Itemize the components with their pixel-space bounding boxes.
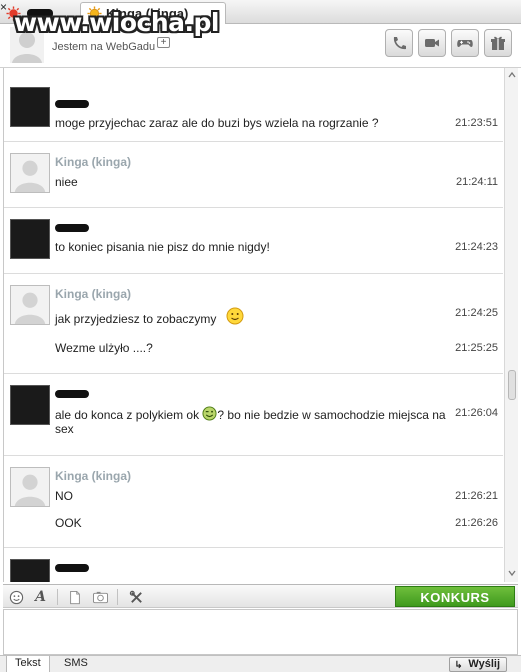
tab-sms[interactable]: SMS bbox=[56, 656, 96, 672]
message-text-wrap: sex bbox=[55, 422, 74, 436]
kinga-avatar bbox=[10, 285, 50, 325]
kinga-avatar bbox=[10, 467, 50, 507]
contact-status-text: Jestem na WebGadu bbox=[52, 41, 156, 53]
sender-avatar bbox=[10, 559, 50, 582]
message-text-block: ale do konca z polykiem ok ? bo nie bedz… bbox=[55, 406, 455, 436]
message-time: 21:24:23 bbox=[455, 241, 498, 253]
tab-text[interactable]: Tekst bbox=[6, 656, 50, 672]
message-text: jak przyjedziesz to zobaczymy bbox=[55, 312, 217, 326]
contact-avatar bbox=[10, 27, 44, 63]
emoticon-button[interactable] bbox=[7, 588, 26, 606]
call-button[interactable] bbox=[385, 29, 413, 57]
message-time: 21:23:51 bbox=[455, 117, 498, 129]
message-text: to koniec pisania nie pisz do mnie nigdy… bbox=[55, 240, 270, 254]
message-time: 21:24:11 bbox=[455, 176, 498, 188]
chat-log: moge przyjechac zaraz ale do buzi bys wz… bbox=[3, 68, 503, 582]
status-sun-yellow-icon bbox=[87, 6, 102, 21]
tab-bar: Kinga (kinga) × bbox=[0, 0, 521, 24]
message-input[interactable] bbox=[3, 609, 518, 655]
sender-name: Kinga (kinga) bbox=[55, 155, 132, 169]
games-button[interactable] bbox=[451, 29, 479, 57]
tools-button[interactable] bbox=[127, 588, 146, 606]
message-time: 21:26:21 bbox=[455, 490, 498, 502]
sender-avatar bbox=[10, 219, 50, 259]
redacted-sender-name bbox=[55, 564, 89, 572]
message-text: NO bbox=[55, 489, 73, 503]
scroll-up-arrow-icon[interactable] bbox=[507, 70, 517, 80]
video-call-button[interactable] bbox=[418, 29, 446, 57]
status-add-icon[interactable]: + bbox=[157, 37, 170, 48]
message-block: Kinga (kinga) niee 21:24:11 bbox=[4, 142, 503, 208]
tab-kinga[interactable]: Kinga (kinga) bbox=[80, 2, 226, 24]
kinga-avatar bbox=[10, 153, 50, 193]
sender-name: Kinga (kinga) bbox=[55, 287, 132, 301]
tools-icon bbox=[129, 590, 142, 603]
font-button[interactable]: A bbox=[31, 588, 50, 606]
chat-scrollbar[interactable] bbox=[504, 68, 518, 582]
photo-icon bbox=[93, 591, 108, 603]
message-block: Kinga (kinga) jak przyjedziesz to zobacz… bbox=[4, 274, 503, 374]
message-text: niee bbox=[55, 175, 78, 189]
konkurs-promo-button[interactable]: KONKURS bbox=[395, 586, 515, 607]
message-time: 21:26:04 bbox=[455, 407, 498, 419]
header-actions bbox=[385, 29, 512, 57]
redacted-tab-label bbox=[27, 8, 53, 18]
message-block: to koniec pisania nie pisz do mnie nigdy… bbox=[4, 208, 503, 274]
gamepad-icon bbox=[457, 40, 473, 47]
contact-header: Jestem na WebGadu + bbox=[0, 24, 521, 68]
message-time: 21:24:25 bbox=[455, 307, 498, 319]
redacted-sender-name bbox=[55, 224, 89, 232]
wink-emoticon-icon bbox=[202, 406, 217, 421]
toolbar-separator bbox=[57, 589, 58, 605]
message-time: 21:25:25 bbox=[455, 342, 498, 354]
sender-avatar bbox=[10, 87, 50, 127]
message-block: Kinga (kinga) NO 21:26:21 OOK 21:26:26 bbox=[4, 456, 503, 548]
smile-emoticon-icon bbox=[226, 307, 244, 325]
send-photo-button[interactable] bbox=[91, 588, 110, 606]
bottom-bar: Tekst SMS ↳ Wyślij bbox=[0, 655, 521, 672]
message-block bbox=[4, 548, 503, 582]
message-line: jak przyjedziesz to zobaczymy bbox=[55, 307, 455, 326]
message-text: OOK bbox=[55, 516, 82, 530]
emoticon-icon bbox=[9, 590, 24, 604]
message-text-continued: ? bo nie bedzie w samochodzie miejsca na bbox=[217, 408, 446, 422]
status-sun-red-icon bbox=[6, 5, 21, 21]
message-text: ale do konca z polykiem ok bbox=[55, 408, 200, 422]
file-icon bbox=[69, 590, 80, 604]
sender-avatar bbox=[10, 385, 50, 425]
scrollbar-thumb[interactable] bbox=[508, 370, 516, 400]
message-text: moge przyjechac zaraz ale do buzi bys wz… bbox=[55, 116, 379, 130]
send-label: Wyślij bbox=[468, 658, 500, 670]
video-icon bbox=[425, 39, 439, 47]
send-button[interactable]: ↳ Wyślij bbox=[449, 657, 507, 672]
redacted-sender-name bbox=[55, 100, 89, 108]
sender-name: Kinga (kinga) bbox=[55, 469, 132, 483]
font-icon: A bbox=[35, 589, 46, 605]
send-icon: ↳ bbox=[454, 660, 463, 671]
scroll-down-arrow-icon[interactable] bbox=[507, 568, 517, 578]
toolbar-separator bbox=[117, 589, 118, 605]
send-file-button[interactable] bbox=[65, 588, 84, 606]
redacted-sender-name bbox=[55, 390, 89, 398]
message-text: Wezme ulżyło ....? bbox=[55, 341, 153, 355]
message-block: moge przyjechac zaraz ale do buzi bys wz… bbox=[4, 76, 503, 142]
message-block: ale do konca z polykiem ok ? bo nie bedz… bbox=[4, 374, 503, 456]
phone-icon bbox=[393, 37, 406, 50]
compose-toolbar: A KONKURS bbox=[3, 584, 518, 608]
message-time: 21:26:26 bbox=[455, 517, 498, 529]
tab-other-contact[interactable] bbox=[0, 2, 78, 24]
gift-button[interactable] bbox=[484, 29, 512, 57]
tab-kinga-label: Kinga (kinga) bbox=[106, 6, 189, 21]
gift-icon bbox=[491, 36, 505, 50]
